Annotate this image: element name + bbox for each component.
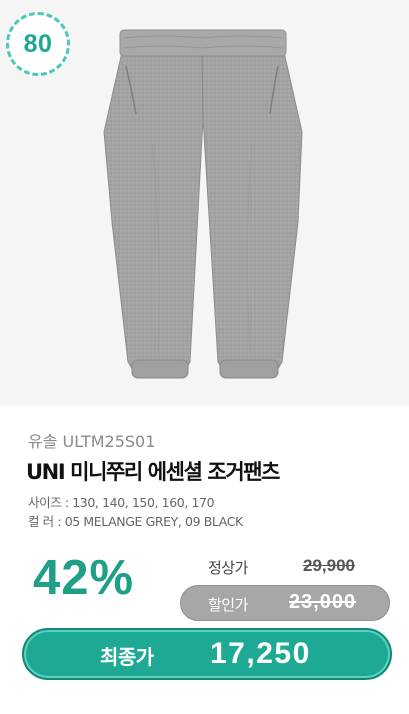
brand-code: 유솔 ULTM25S01: [28, 432, 156, 451]
final-price-label: 최종가: [100, 645, 154, 669]
size-badge: 80: [6, 12, 70, 76]
size-badge-label: 80: [23, 29, 53, 58]
sale-price-label: 할인가: [208, 596, 248, 614]
color-info: 컬 러 : 05 MELANGE GREY, 09 BLACK: [28, 514, 243, 529]
product-title[interactable]: UNI 미니쭈리 에센셜 조거팬츠: [26, 456, 280, 486]
regular-price-row: 정상가 29,900: [180, 555, 380, 577]
product-image[interactable]: [92, 22, 314, 392]
sale-price-value: 23,000: [289, 591, 357, 613]
product-image-area: 80: [0, 0, 409, 406]
final-price-value: 17,250: [210, 637, 311, 670]
sale-price-pill: 할인가 23,000: [180, 585, 390, 621]
final-price-button[interactable]: 최종가 17,250: [22, 628, 392, 680]
regular-price-value: 29,900: [303, 556, 355, 575]
regular-price-label: 정상가: [208, 559, 248, 577]
size-info: 사이즈 : 130, 140, 150, 160, 170: [28, 495, 215, 510]
discount-rate: 42%: [33, 551, 135, 605]
